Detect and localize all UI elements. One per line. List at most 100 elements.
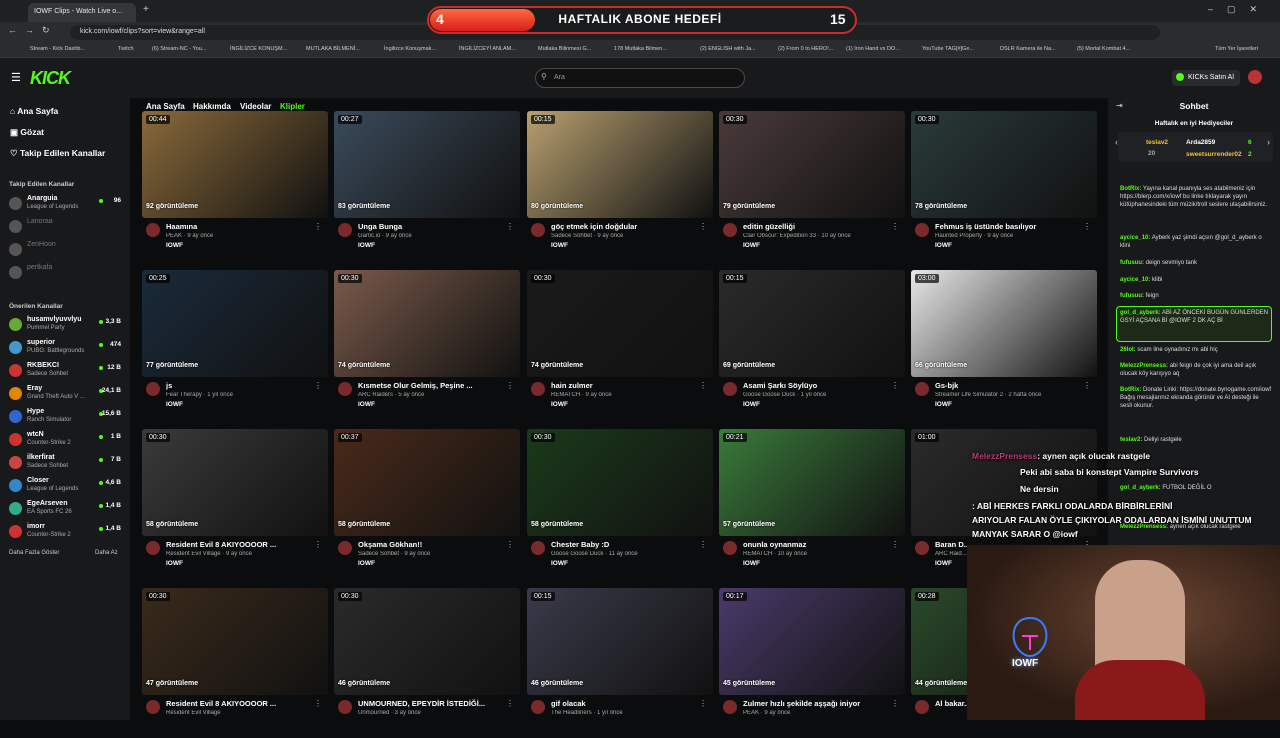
bookmark-item[interactable]: Stream - Kick Dashb... <box>30 46 85 52</box>
chat-username[interactable]: 26lol: <box>1120 347 1136 353</box>
bookmark-item[interactable]: İNGİLİZCE KONUŞM... <box>230 46 287 52</box>
clip-card[interactable]: 00:30 58 görüntüleme Resident Evil 8 AKIYO… <box>142 429 328 579</box>
chat-username[interactable]: aycice_10: <box>1120 277 1150 283</box>
chat-username[interactable]: BotRix: <box>1120 186 1141 192</box>
clip-channel[interactable]: IOWF <box>358 560 375 567</box>
clip-card[interactable]: 00:15 80 görüntüleme göç etmek için doğdul… <box>527 111 713 261</box>
clip-thumbnail[interactable] <box>911 270 1097 377</box>
sidebar-channel[interactable]: Lanoraa <box>9 218 121 240</box>
more-options-icon[interactable]: ⋮ <box>891 381 899 390</box>
bookmark-item[interactable]: Tüm Yer İşaretleri <box>1215 46 1258 52</box>
clip-title[interactable]: göç etmek için doğdular <box>551 222 701 231</box>
clip-channel[interactable]: IOWF <box>743 560 760 567</box>
tab-videos[interactable]: Videolar <box>240 102 271 111</box>
clip-thumbnail[interactable] <box>719 111 905 218</box>
chat-username[interactable]: BotRix: <box>1120 387 1141 393</box>
clip-thumbnail[interactable] <box>911 111 1097 218</box>
clip-thumbnail[interactable] <box>527 270 713 377</box>
sidebar-nav-following[interactable]: ♡ Takip Edilen Kanallar <box>10 148 105 159</box>
clip-title[interactable]: Resident Evil 8 AKIYOOOOR ... <box>166 699 316 708</box>
more-options-icon[interactable]: ⋮ <box>314 222 322 231</box>
clip-title[interactable]: Asami Şarkı Söylüyo <box>743 381 893 390</box>
bookmark-item[interactable]: Mutlaka Bilinmesi G... <box>538 46 591 52</box>
clip-channel[interactable]: IOWF <box>551 242 568 249</box>
bookmark-item[interactable]: YouTube TAG[#]Ge... <box>922 46 974 52</box>
clip-thumbnail[interactable] <box>334 429 520 536</box>
clip-card[interactable]: 00:44 92 görüntüleme Haamına PEAK · 9 ay ön… <box>142 111 328 261</box>
bookmark-item[interactable]: (2) From 0 to HERO!... <box>778 46 833 52</box>
more-options-icon[interactable]: ⋮ <box>506 222 514 231</box>
chat-username[interactable]: MelezzPrensess: <box>1120 363 1168 369</box>
sidebar-channel[interactable]: wtcN Counter-Strike 2 1 B <box>9 431 121 453</box>
clip-title[interactable]: editin güzelliği <box>743 222 893 231</box>
bookmark-item[interactable]: (2) ENGLISH with Ja... <box>700 46 756 52</box>
chevron-right-icon[interactable]: › <box>1267 137 1270 147</box>
more-options-icon[interactable]: ⋮ <box>314 540 322 549</box>
chat-username[interactable]: fufusuu: <box>1120 260 1144 266</box>
sidebar-channel[interactable]: EgeArseven EA Sports FC 26 1,4 B <box>9 500 121 522</box>
clip-card[interactable]: 00:30 79 görüntüleme editin güzelliği Clair… <box>719 111 905 261</box>
clip-title[interactable]: hain zulmer <box>551 381 701 390</box>
tab-about[interactable]: Hakkımda <box>193 102 231 111</box>
clip-title[interactable]: Resident Evil 8 AKIYOOOOR ... <box>166 540 316 549</box>
sidebar-channel[interactable]: RKBEKCI Sadece Sohbet 12 B <box>9 362 121 384</box>
sidebar-channel[interactable]: superior PUBG: Battlegrounds 474 <box>9 339 121 361</box>
sidebar-channel[interactable]: imorr Counter-Strike 2 1,4 B <box>9 523 121 545</box>
clip-thumbnail[interactable] <box>527 588 713 695</box>
clip-card[interactable]: 00:30 78 görüntüleme Fehmus iş üstünde bas… <box>911 111 1097 261</box>
clip-thumbnail[interactable] <box>527 111 713 218</box>
clip-title[interactable]: Fehmus iş üstünde basılıyor <box>935 222 1085 231</box>
sidebar-channel[interactable]: husamvlyuvvlyu Pummel Party 3,3 B <box>9 316 121 338</box>
clip-card[interactable]: 00:27 83 görüntüleme Unga Bunga Gartic.io ·… <box>334 111 520 261</box>
clip-channel[interactable]: IOWF <box>935 560 952 567</box>
clip-title[interactable]: Kısmetse Olur Gelmiş, Peşine ... <box>358 381 508 390</box>
chat-username[interactable]: aycice_10: <box>1120 235 1150 241</box>
clip-title[interactable]: Gs-bjk <box>935 381 1085 390</box>
more-options-icon[interactable]: ⋮ <box>506 699 514 708</box>
chat-username[interactable]: gol_d_ayberk: <box>1120 310 1161 316</box>
clip-thumbnail[interactable] <box>334 270 520 377</box>
tab-clips[interactable]: Klipler <box>280 102 305 111</box>
chat-username[interactable]: gol_d_ayberk: <box>1120 485 1161 491</box>
chevron-left-icon[interactable]: ‹ <box>1115 137 1118 147</box>
more-options-icon[interactable]: ⋮ <box>314 381 322 390</box>
kick-logo[interactable]: KICK <box>30 68 71 89</box>
bookmark-item[interactable]: Twitch <box>118 46 134 52</box>
more-options-icon[interactable]: ⋮ <box>699 540 707 549</box>
bookmark-item[interactable]: (1) Iron Hand vs DO... <box>846 46 900 52</box>
bookmark-item[interactable]: İngilizce Konuşmak... <box>384 46 436 52</box>
sidebar-nav-browse[interactable]: ▣ Gözat <box>10 127 44 138</box>
menu-icon[interactable]: ☰ <box>11 71 21 84</box>
clip-thumbnail[interactable] <box>719 270 905 377</box>
clip-title[interactable]: gif olacak <box>551 699 701 708</box>
clip-card[interactable]: 03:00 66 görüntüleme Gs-bjk Streamer Life S… <box>911 270 1097 420</box>
bookmark-item[interactable]: İNGİLİZCEYİ ANLAM... <box>459 46 516 52</box>
clip-card[interactable]: 00:30 74 görüntüleme hain zulmer REMATCH · … <box>527 270 713 420</box>
chat-username[interactable]: fufusuu: <box>1120 293 1144 299</box>
clip-thumbnail[interactable] <box>334 111 520 218</box>
clip-channel[interactable]: IOWF <box>935 242 952 249</box>
clip-channel[interactable]: IOWF <box>551 401 568 408</box>
clip-card[interactable]: 00:21 57 görüntüleme onunla oynanmaz REMATC… <box>719 429 905 579</box>
sidebar-channel[interactable]: Closer League of Legends 4,6 B <box>9 477 121 499</box>
clip-thumbnail[interactable] <box>719 429 905 536</box>
clip-title[interactable]: Unga Bunga <box>358 222 508 231</box>
clip-channel[interactable]: IOWF <box>935 401 952 408</box>
more-options-icon[interactable]: ⋮ <box>699 699 707 708</box>
more-options-icon[interactable]: ⋮ <box>891 222 899 231</box>
sidebar-channel[interactable]: pertkafa <box>9 264 121 286</box>
clip-channel[interactable]: IOWF <box>743 401 760 408</box>
more-options-icon[interactable]: ⋮ <box>891 540 899 549</box>
clip-card[interactable]: 00:15 46 görüntüleme gif olacak The Headlin… <box>527 588 713 738</box>
clip-card[interactable]: 00:30 47 görüntüleme Resident Evil 8 AKIYO… <box>142 588 328 738</box>
clip-thumbnail[interactable] <box>719 588 905 695</box>
clip-thumbnail[interactable] <box>527 429 713 536</box>
clip-thumbnail[interactable] <box>142 588 328 695</box>
clip-title[interactable]: Haamına <box>166 222 316 231</box>
clip-title[interactable]: js <box>166 381 316 390</box>
clip-channel[interactable]: IOWF <box>166 560 183 567</box>
bookmark-item[interactable]: (6) Stream-NC - You... <box>152 46 206 52</box>
clip-card[interactable]: 00:30 74 görüntüleme Kısmetse Olur Gelmiş,… <box>334 270 520 420</box>
user-avatar[interactable] <box>1248 70 1262 84</box>
more-options-icon[interactable]: ⋮ <box>314 699 322 708</box>
